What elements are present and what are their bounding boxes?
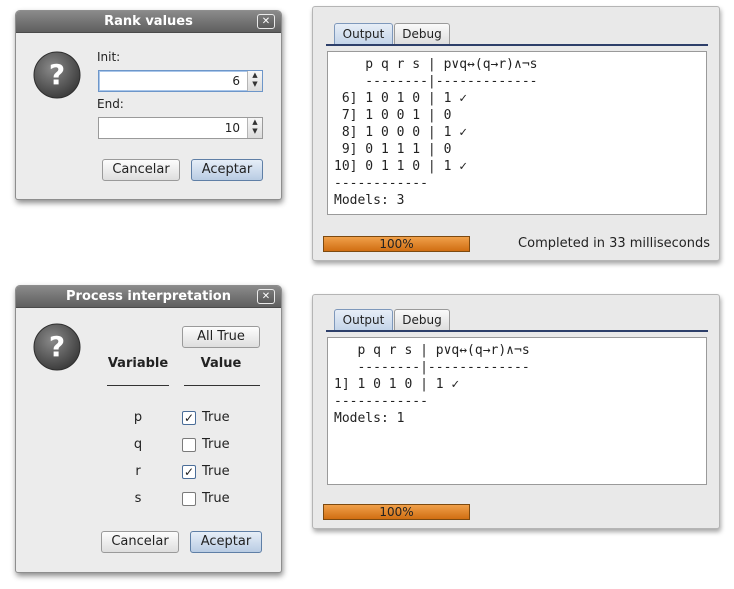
end-label: End: <box>97 97 124 111</box>
tab-output[interactable]: Output <box>334 309 393 331</box>
variable-name-q: q <box>133 437 143 452</box>
tab-underline <box>326 330 708 332</box>
interp-dialog-titlebar[interactable]: Process interpretation ✕ <box>16 286 281 308</box>
question-icon: ? <box>33 51 81 99</box>
end-value: 10 <box>224 121 240 135</box>
init-spinner[interactable]: 6 ▲ ▼ <box>98 70 263 92</box>
close-icon[interactable]: ✕ <box>257 289 275 304</box>
variable-header: Variable <box>107 356 169 371</box>
checkbox-label-s[interactable]: True <box>202 491 230 506</box>
output-text[interactable]: p q r s | p∨q↔(q→r)∧¬s --------|--------… <box>327 51 707 215</box>
all-true-button[interactable]: All True <box>182 326 260 348</box>
checkbox-s[interactable] <box>182 492 196 506</box>
checkbox-r[interactable]: ✓ <box>182 465 196 479</box>
accept-button[interactable]: Aceptar <box>191 159 263 181</box>
svg-text:?: ? <box>49 330 65 363</box>
tab-debug[interactable]: Debug <box>394 309 450 331</box>
status-text: Completed in 33 milliseconds <box>518 236 710 251</box>
tab-output[interactable]: Output <box>334 23 393 45</box>
checkbox-label-q[interactable]: True <box>202 437 230 452</box>
variable-header-rule <box>107 385 169 386</box>
value-header: Value <box>200 356 242 371</box>
checkbox-q[interactable] <box>182 438 196 452</box>
init-label: Init: <box>97 50 121 64</box>
interp-dialog-title: Process interpretation <box>66 289 231 304</box>
svg-text:?: ? <box>49 58 65 91</box>
progress-bar: 100% <box>323 504 470 520</box>
rank-values-dialog: Rank values ✕ ? Init: 6 ▲ ▼ End: 10 ▲ ▼ Ca… <box>15 10 282 200</box>
close-icon[interactable]: ✕ <box>257 14 275 29</box>
cancel-button[interactable]: Cancelar <box>102 159 180 181</box>
cancel-button[interactable]: Cancelar <box>101 531 179 553</box>
checkbox-p[interactable]: ✓ <box>182 411 196 425</box>
checkbox-label-p[interactable]: True <box>202 410 230 425</box>
value-header-rule <box>184 385 260 386</box>
output-text[interactable]: p q r s | p∨q↔(q→r)∧¬s --------|--------… <box>327 337 707 485</box>
variable-name-p: p <box>133 410 143 425</box>
question-icon: ? <box>33 323 81 371</box>
init-value: 6 <box>232 74 240 88</box>
rank-dialog-title: Rank values <box>104 14 193 29</box>
checkbox-label-r[interactable]: True <box>202 464 230 479</box>
variable-name-s: s <box>134 491 142 506</box>
spinner-arrows-icon[interactable]: ▲ ▼ <box>247 71 262 91</box>
output-panel-top: Output Debug p q r s | p∨q↔(q→r)∧¬s ----… <box>312 6 720 261</box>
process-interpretation-dialog: Process interpretation ✕ ? All True Vari… <box>15 285 282 573</box>
output-panel-bottom: Output Debug p q r s | p∨q↔(q→r)∧¬s ----… <box>312 294 720 529</box>
tab-underline <box>326 44 708 46</box>
variable-name-r: r <box>135 464 141 479</box>
rank-dialog-titlebar[interactable]: Rank values ✕ <box>16 11 281 33</box>
spinner-arrows-icon[interactable]: ▲ ▼ <box>247 118 262 138</box>
end-spinner[interactable]: 10 ▲ ▼ <box>98 117 263 139</box>
tab-debug[interactable]: Debug <box>394 23 450 45</box>
accept-button[interactable]: Aceptar <box>190 531 262 553</box>
progress-bar: 100% <box>323 236 470 252</box>
